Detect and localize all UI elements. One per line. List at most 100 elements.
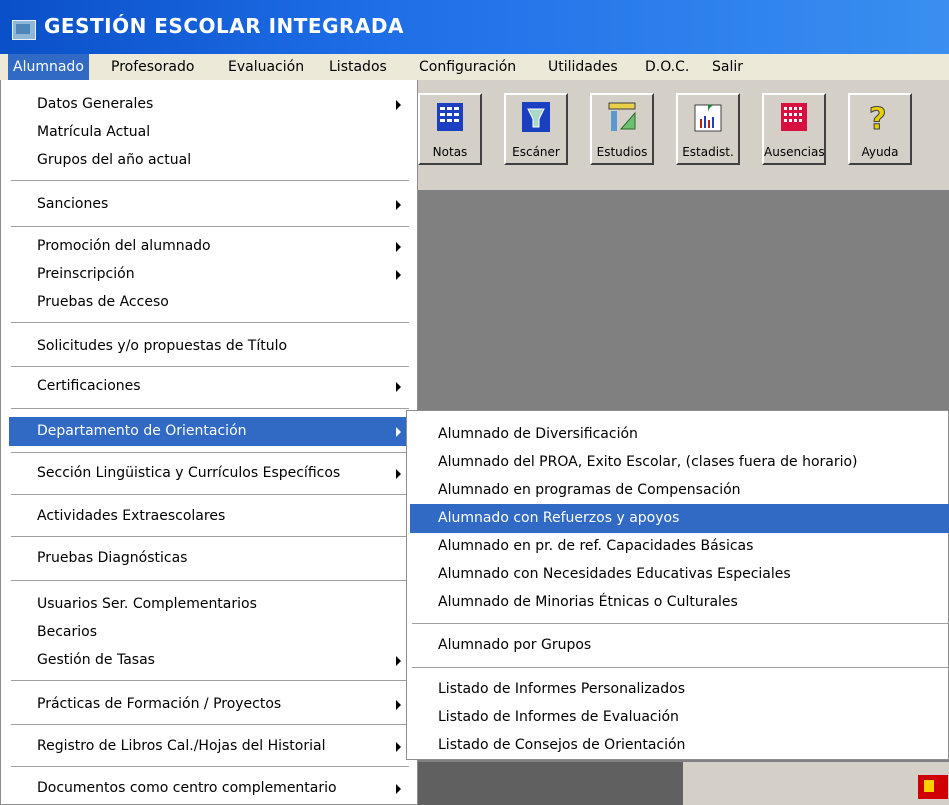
toolbar-escaner-button[interactable]: Escáner [504,93,568,165]
menu-item-label: Prácticas de Formación / Proyectos [37,696,282,712]
submenu-item-refuerzos[interactable]: Alumnado con Refuerzos y apoyos [410,504,949,533]
submenu-arrow-icon [396,427,401,437]
menu-alumnado[interactable]: Alumnado [8,54,89,80]
app-icon [12,20,36,40]
menu-separator [11,180,409,181]
menu-item-label: Actividades Extraescolares [37,508,226,524]
orientacion-submenu: Alumnado de Diversificación Alumnado del… [406,410,949,760]
toolbar-estudios-button[interactable]: Estudios [590,93,654,165]
absences-icon [779,101,809,133]
menu-item-pruebas-acceso[interactable]: Pruebas de Acceso [9,288,411,317]
menu-item-practicas-formacion[interactable]: Prácticas de Formación / Proyectos [9,690,411,719]
submenu-arrow-icon [396,242,401,252]
toolbar-ayuda-label: Ayuda [861,145,899,159]
menu-item-label: Registro de Libros Cal./Hojas del Histor… [37,738,326,754]
menu-item-gestion-tasas[interactable]: Gestión de Tasas [9,646,411,675]
toolbar-estudios-label: Estudios [596,145,648,159]
menu-item-becarios[interactable]: Becarios [9,618,411,647]
workspace-background [418,762,683,805]
submenu-arrow-icon [396,700,401,710]
menu-item-label: Matrícula Actual [37,124,151,140]
menu-configuracion[interactable]: Configuración [414,54,521,80]
statistics-icon [693,101,723,133]
menu-item-label: Grupos del año actual [37,152,192,168]
menu-separator [11,366,409,367]
menu-item-grupos[interactable]: Grupos del año actual [9,146,411,175]
submenu-arrow-icon [396,784,401,794]
submenu-item-informes-evaluacion[interactable]: Listado de Informes de Evaluación [410,703,949,732]
menu-item-datos-generales[interactable]: Datos Generales [9,90,411,119]
menu-doc[interactable]: D.O.C. [640,54,694,80]
submenu-item-por-grupos[interactable]: Alumnado por Grupos [410,631,949,660]
menu-item-preinscripcion[interactable]: Preinscripción [9,260,411,289]
submenu-item-informes-personalizados[interactable]: Listado de Informes Personalizados [410,675,949,704]
menu-item-label: Datos Generales [37,96,154,112]
menu-item-promocion[interactable]: Promoción del alumnado [9,232,411,261]
toolbar-ausencias-label: Ausencias [764,145,825,159]
submenu-arrow-icon [396,270,401,280]
toolbar-ausencias-button[interactable]: Ausencias [762,93,826,165]
menu-item-label: Listado de Informes de Evaluación [438,709,679,725]
toolbar-notas-label: Notas [432,145,468,159]
menu-item-sanciones[interactable]: Sanciones [9,190,411,219]
menu-utilidades[interactable]: Utilidades [543,54,623,80]
menu-item-label: Sanciones [37,196,109,212]
menu-item-label: Sección Lingüistica y Currículos Específ… [37,465,341,481]
alumnado-dropdown-menu: Datos Generales Matrícula Actual Grupos … [0,80,418,805]
menu-item-certificaciones[interactable]: Certificaciones [9,372,411,401]
menu-separator [11,494,409,495]
submenu-item-minorias[interactable]: Alumnado de Minorias Étnicas o Culturale… [410,588,949,617]
submenu-item-nee[interactable]: Alumnado con Necesidades Educativas Espe… [410,560,949,589]
menu-item-label: Solicitudes y/o propuestas de Título [37,338,288,354]
menu-item-departamento-orientacion[interactable]: Departamento de Orientación [9,417,411,446]
menu-separator [11,724,409,725]
menu-item-matricula-actual[interactable]: Matrícula Actual [9,118,411,147]
region-flag-icon [918,775,948,799]
menu-separator [11,766,409,767]
menu-separator [11,408,409,409]
menu-salir[interactable]: Salir [707,54,748,80]
menu-listados[interactable]: Listados [324,54,392,80]
submenu-arrow-icon [396,100,401,110]
toolbar-estadist-label: Estadist. [682,145,734,159]
submenu-item-proa[interactable]: Alumnado del PROA, Exito Escolar, (clase… [410,448,949,477]
svg-text:?: ? [869,102,886,133]
submenu-item-capacidades-basicas[interactable]: Alumnado en pr. de ref. Capacidades Bási… [410,532,949,561]
scanner-icon [521,101,551,133]
submenu-item-compensacion[interactable]: Alumnado en programas de Compensación [410,476,949,505]
menu-item-seccion-linguistica[interactable]: Sección Lingüistica y Currículos Específ… [9,459,411,488]
submenu-arrow-icon [396,742,401,752]
menu-separator [11,452,409,453]
menu-item-label: Gestión de Tasas [37,652,155,668]
menu-item-solicitudes-titulo[interactable]: Solicitudes y/o propuestas de Título [9,332,411,361]
menu-item-usuarios-complementarios[interactable]: Usuarios Ser. Complementarios [9,590,411,619]
menu-item-label: Listado de Informes Personalizados [438,681,685,697]
menu-item-actividades-extraescolares[interactable]: Actividades Extraescolares [9,502,411,531]
menu-item-registro-libros[interactable]: Registro de Libros Cal./Hojas del Histor… [9,732,411,761]
submenu-arrow-icon [396,656,401,666]
menu-item-label: Preinscripción [37,266,135,282]
toolbar-escaner-label: Escáner [512,145,560,159]
menu-item-label: Promoción del alumnado [37,238,211,254]
help-question-icon: ? [865,101,895,138]
toolbar-ayuda-button[interactable]: ? Ayuda [848,93,912,165]
toolbar-notas-button[interactable]: Notas [418,93,482,165]
window-title: GESTIÓN ESCOLAR INTEGRADA [44,14,404,38]
menu-item-label: Usuarios Ser. Complementarios [37,596,257,612]
submenu-arrow-icon [396,469,401,479]
menu-item-label: Pruebas Diagnósticas [37,550,188,566]
toolbar-estadist-button[interactable]: Estadist. [676,93,740,165]
submenu-item-consejos-orientacion[interactable]: Listado de Consejos de Orientación [410,731,949,760]
menu-item-pruebas-diagnosticas[interactable]: Pruebas Diagnósticas [9,544,411,573]
menu-separator [11,226,409,227]
submenu-item-diversificacion[interactable]: Alumnado de Diversificación [410,420,949,449]
title-bar[interactable]: GESTIÓN ESCOLAR INTEGRADA [0,0,949,54]
menu-separator [11,580,409,581]
menu-item-documentos-centro[interactable]: Documentos como centro complementario [9,774,411,803]
menu-evaluacion[interactable]: Evaluación [223,54,309,80]
menu-item-label: Alumnado por Grupos [438,637,592,653]
menu-item-label: Alumnado con Refuerzos y apoyos [438,510,680,526]
menu-profesorado[interactable]: Profesorado [106,54,199,80]
menu-separator [11,680,409,681]
menu-item-label: Becarios [37,624,97,640]
